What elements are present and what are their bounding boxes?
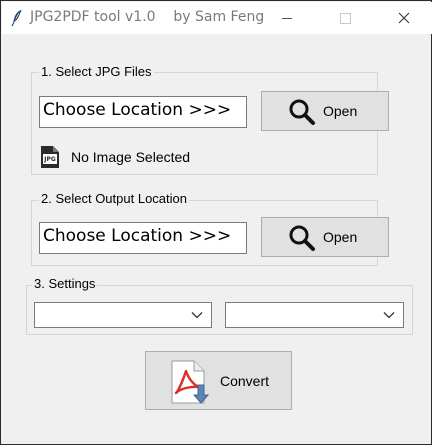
window-title: JPG2PDF tool v1.0 by Sam Feng [30, 9, 265, 25]
settings-heading: 3. Settings [32, 276, 98, 291]
open-output-button[interactable]: Open [261, 217, 389, 257]
feather-icon [11, 9, 22, 27]
open-output-label: Open [323, 229, 358, 245]
output-location-input[interactable]: Choose Location >>> [39, 222, 247, 254]
settings-combo-2[interactable] [225, 302, 404, 328]
close-button[interactable] [381, 2, 427, 34]
magnifier-icon [289, 99, 315, 125]
open-jpg-label: Open [323, 103, 358, 119]
maximize-button[interactable] [322, 2, 368, 34]
open-jpg-button[interactable]: Open [261, 91, 389, 131]
chevron-down-icon [191, 312, 203, 319]
title-bar: JPG2PDF tool v1.0 by Sam Feng [2, 2, 432, 34]
chevron-down-icon [383, 312, 395, 319]
convert-button[interactable]: Convert [145, 351, 292, 410]
minimize-button[interactable] [264, 2, 310, 34]
pdf-convert-icon [171, 360, 210, 404]
app-window: JPG2PDF tool v1.0 by Sam Feng 1. Select … [0, 0, 432, 445]
jpg-location-input[interactable]: Choose Location >>> [39, 96, 247, 128]
select-jpg-heading: 1. Select JPG Files [39, 64, 154, 79]
jpg-file-icon-label: JPG [44, 156, 56, 163]
minimize-icon [282, 18, 292, 19]
jpg-file-icon: JPG [39, 145, 61, 169]
convert-label: Convert [220, 373, 270, 389]
maximize-icon [340, 13, 351, 24]
magnifier-icon [289, 225, 315, 251]
image-status: No Image Selected [71, 149, 191, 165]
close-icon [398, 12, 410, 24]
output-location-heading: 2. Select Output Location [39, 191, 189, 206]
settings-combo-1[interactable] [34, 302, 212, 328]
